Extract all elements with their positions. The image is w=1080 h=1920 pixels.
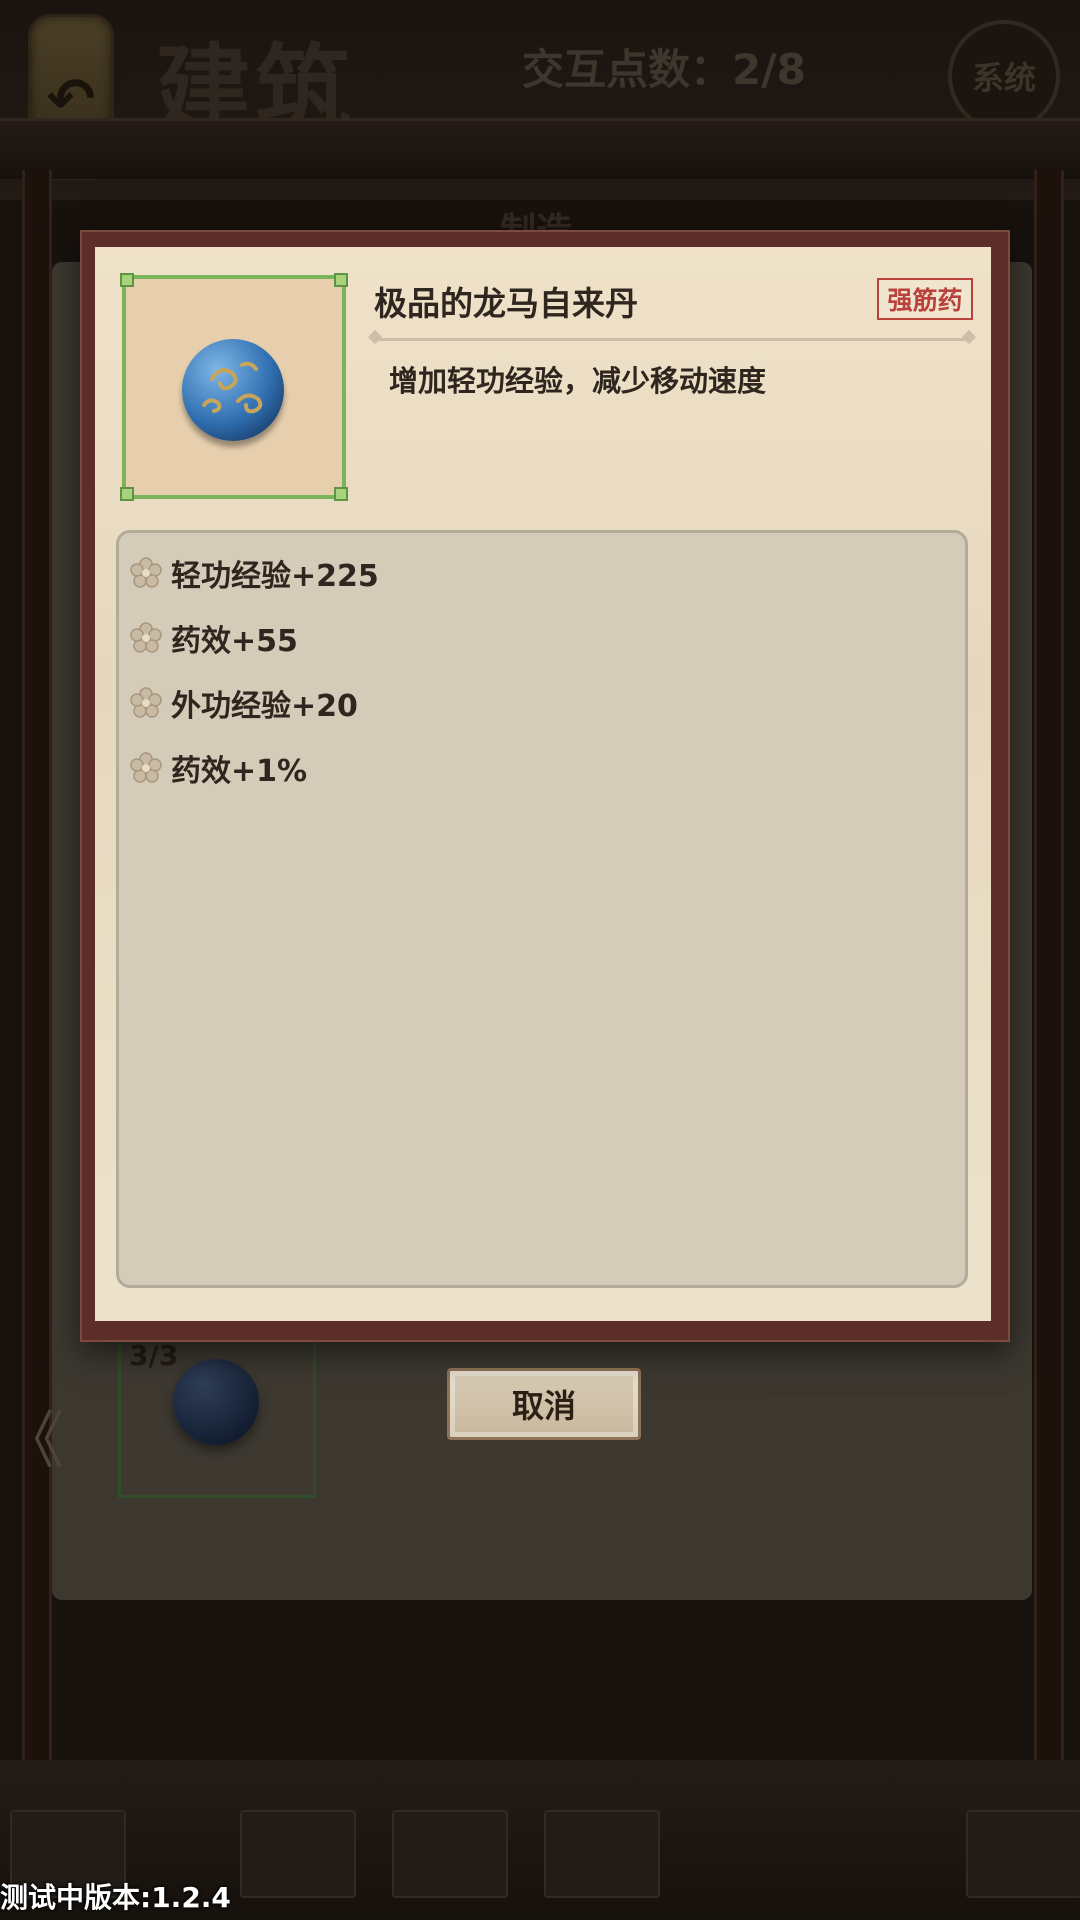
stat-label: 外功经验+20 xyxy=(171,689,358,724)
stat-row: 药效+1% xyxy=(129,746,307,790)
frame-corner xyxy=(334,273,348,287)
frame-corner xyxy=(120,273,134,287)
flower-icon xyxy=(130,752,162,783)
stat-label: 药效+55 xyxy=(171,624,298,659)
item-type-tag: 强筋药 xyxy=(877,278,973,320)
stat-label: 药效+1% xyxy=(171,754,308,789)
flower-icon xyxy=(130,622,162,653)
stat-label: 轻功经验+225 xyxy=(171,559,379,594)
stats-panel: 轻功经验+225 药效+55 外功经验+20 药效+1% xyxy=(116,530,968,1288)
stat-row: 外功经验+20 xyxy=(129,681,358,725)
item-description: 增加轻功经验，减少移动速度 xyxy=(389,364,767,398)
flower-icon xyxy=(130,557,162,588)
frame-corner xyxy=(120,487,134,501)
blue-pill-orb-icon xyxy=(182,339,284,441)
cancel-button[interactable]: 取消 xyxy=(447,1368,641,1440)
item-name: 极品的龙马自来丹 xyxy=(374,284,638,323)
stat-row: 轻功经验+225 xyxy=(129,551,379,595)
stat-row: 药效+55 xyxy=(129,616,298,660)
flower-icon xyxy=(130,687,162,718)
item-icon-frame xyxy=(120,273,348,501)
frame-corner xyxy=(334,487,348,501)
version-label: 测试中版本:1.2.4 xyxy=(0,1881,231,1914)
title-divider xyxy=(373,338,971,341)
orb-swirl-pattern xyxy=(202,361,263,414)
